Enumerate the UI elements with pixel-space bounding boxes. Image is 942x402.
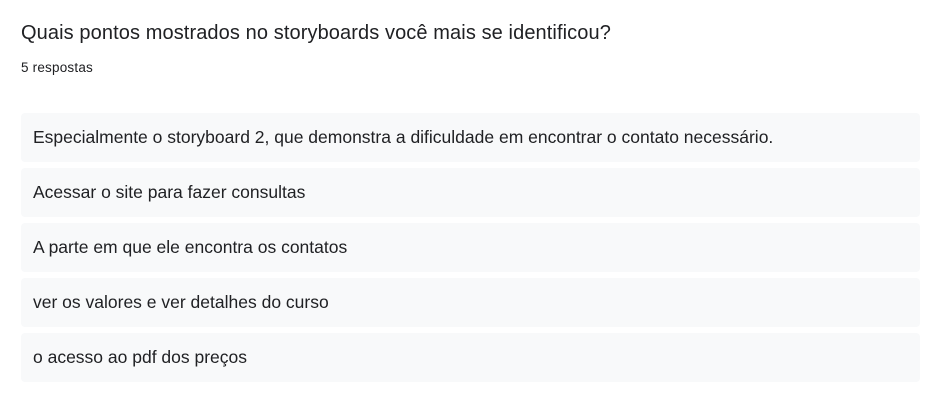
question-title: Quais pontos mostrados no storyboards vo… [21, 22, 611, 44]
response-item: Especialmente o storyboard 2, que demons… [21, 113, 920, 162]
response-count: 5 respostas [21, 60, 93, 75]
response-item: A parte em que ele encontra os contatos [21, 223, 920, 272]
response-item: ver os valores e ver detalhes do curso [21, 278, 920, 327]
response-item: o acesso ao pdf dos preços [21, 333, 920, 382]
question-card: Quais pontos mostrados no storyboards vo… [0, 0, 942, 402]
response-item: Acessar o site para fazer consultas [21, 168, 920, 217]
response-list: Especialmente o storyboard 2, que demons… [21, 113, 920, 388]
